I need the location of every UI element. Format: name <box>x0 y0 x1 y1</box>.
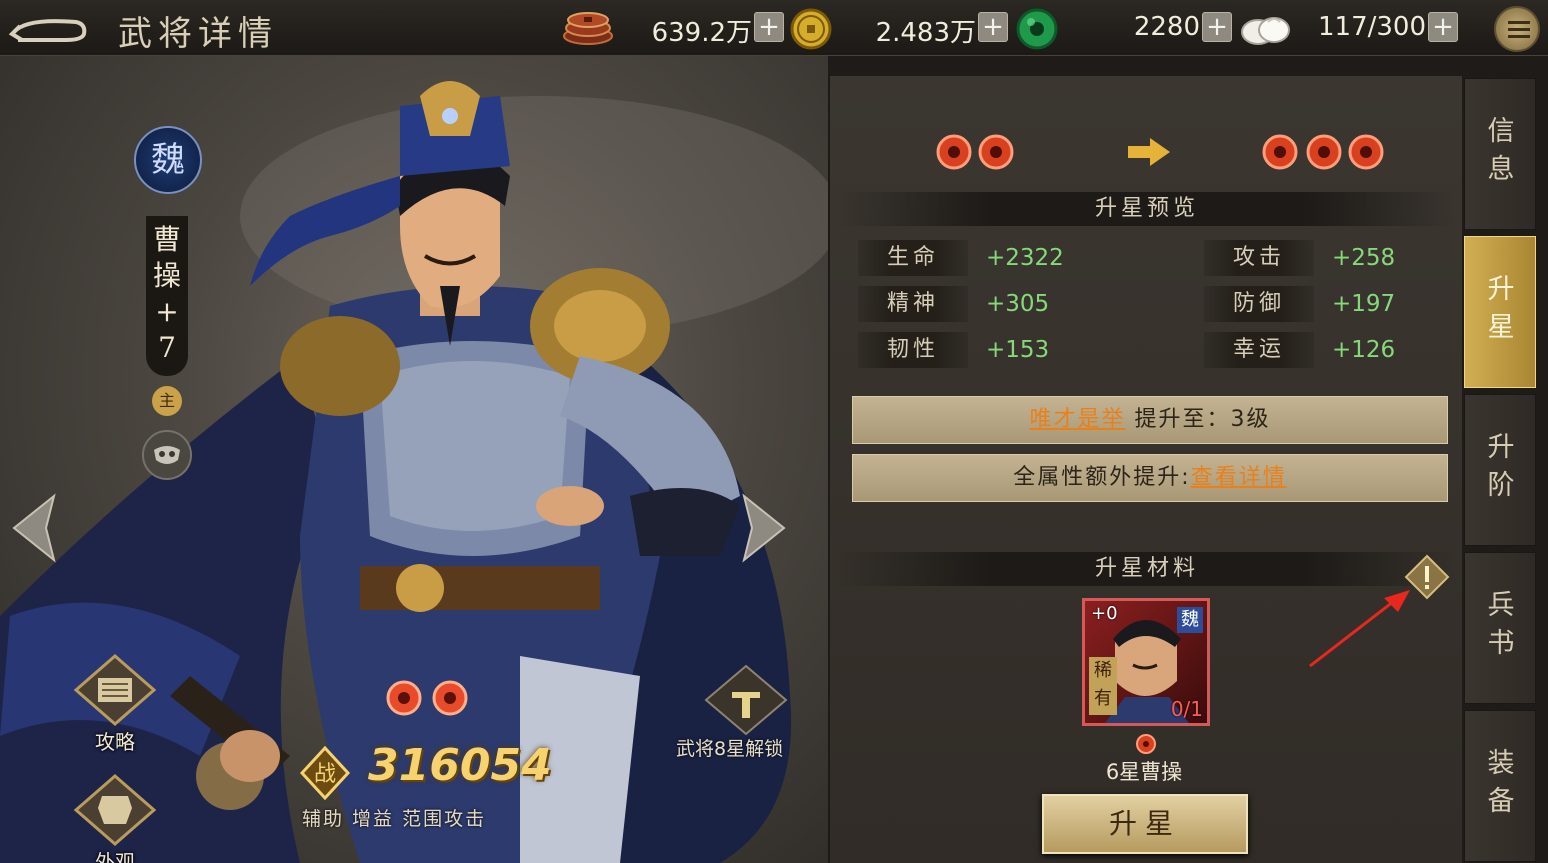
tab-equipment[interactable]: 装 备 <box>1464 710 1536 862</box>
hero-name-vertical: 曹 操 + 7 <box>146 216 188 376</box>
battle-icon: 战 <box>299 746 351 800</box>
stat-label-defense: 防御 <box>1204 286 1314 322</box>
next-hero-arrow-icon[interactable] <box>740 492 790 564</box>
tab-equipment-char: 备 <box>1487 786 1515 817</box>
gold-value: 2.483万 <box>875 18 976 48</box>
card-rarity: 稀有 <box>1089 657 1117 715</box>
jade-value: 2280 <box>1133 12 1200 42</box>
add-stamina-button[interactable]: + <box>1428 12 1458 42</box>
stat-label-spirit: 精神 <box>858 286 968 322</box>
stat-label-hp: 生命 <box>858 240 968 276</box>
red-annotation-arrow-icon <box>1309 590 1410 668</box>
from-stars <box>936 134 1014 170</box>
scroll-icon <box>73 654 157 726</box>
power-value: 316054 <box>368 740 552 791</box>
material-hero-card[interactable]: +0 魏 稀有 0/1 <box>1082 598 1210 726</box>
tab-equipment-char: 装 <box>1487 748 1515 779</box>
tab-info[interactable]: 信 息 <box>1464 78 1536 230</box>
star8-unlock[interactable]: 武将8星解锁 <box>676 662 826 762</box>
hero-level-number: 7 <box>158 331 176 364</box>
bonus-text: 全属性额外提升: <box>1013 465 1191 490</box>
gold-coin-icon <box>790 8 834 50</box>
stat-value-spirit: +305 <box>986 291 1050 317</box>
tab-info-char: 信 <box>1487 116 1515 147</box>
card-faction: 魏 <box>1177 607 1203 633</box>
stat-label-attack: 攻击 <box>1204 240 1314 276</box>
sword-unlock-icon <box>704 664 788 736</box>
skill-link[interactable]: 唯才是举 <box>1029 407 1125 432</box>
menu-icon[interactable] <box>1494 6 1540 52</box>
tab-advance-char: 阶 <box>1487 470 1515 501</box>
add-gold-button[interactable]: + <box>978 12 1008 42</box>
skill-upgrade-bar: 唯才是举 提升至：3级 <box>852 396 1448 444</box>
top-bar: 武将详情 639.2万 + 2.483万 + 2280 + 117/300 + <box>0 0 1548 56</box>
preview-section-title: 升星预览 <box>838 192 1456 226</box>
tab-star-up[interactable]: 升 星 <box>1464 236 1536 388</box>
stat-value-attack: +258 <box>1332 245 1396 271</box>
appearance-button[interactable]: 外观 <box>70 772 160 863</box>
card-count: 0/1 <box>1170 697 1203 721</box>
material-star-icon <box>1136 734 1156 754</box>
main-role-badge: 主 <box>152 386 182 416</box>
svg-text:战: 战 <box>314 762 336 787</box>
copper-coins-icon <box>562 10 613 46</box>
stat-label-luck: 幸运 <box>1204 332 1314 368</box>
stat-label-toughness: 韧性 <box>858 332 968 368</box>
star-upgrade-button[interactable]: 升星 <box>1042 794 1248 854</box>
stamina-value: 117/300 <box>1317 12 1426 42</box>
faction-badge: 魏 <box>134 126 202 194</box>
mask-icon[interactable] <box>142 430 192 480</box>
tab-war-book-char: 兵 <box>1487 590 1515 621</box>
stat-value-hp: +2322 <box>986 245 1064 271</box>
stat-value-luck: +126 <box>1332 337 1396 363</box>
tab-advance[interactable]: 升 阶 <box>1464 394 1536 546</box>
add-jade-button[interactable]: + <box>1202 12 1232 42</box>
unlock-label: 武将8星解锁 <box>676 738 784 760</box>
hero-level-plus: + <box>155 295 179 328</box>
copper-value: 639.2万 <box>651 18 752 48</box>
material-name: 6星曹操 <box>1105 760 1183 784</box>
tab-star-up-char: 升 <box>1487 274 1515 305</box>
tab-advance-char: 升 <box>1487 432 1515 463</box>
card-level: +0 <box>1091 603 1118 624</box>
tab-info-char: 息 <box>1487 154 1515 185</box>
hero-current-stars <box>384 678 484 718</box>
hero-role-tags: 辅助 增益 范围攻击 <box>302 808 487 830</box>
tab-war-book[interactable]: 兵 书 <box>1464 552 1536 704</box>
skill-upgrade-text: 提升至：3级 <box>1134 407 1271 432</box>
star-preview-row <box>830 116 1464 190</box>
back-arrow-icon[interactable] <box>6 8 88 48</box>
appearance-label: 外观 <box>95 850 135 863</box>
hero-name-char: 曹 <box>152 223 181 256</box>
jade-icon <box>1016 8 1060 50</box>
strategy-button[interactable]: 攻略 <box>70 652 160 754</box>
armor-icon <box>73 774 157 846</box>
tab-war-book-char: 书 <box>1487 628 1515 659</box>
prev-hero-arrow-icon[interactable] <box>8 492 58 564</box>
to-stars <box>1262 134 1384 170</box>
stat-value-toughness: +153 <box>986 337 1050 363</box>
star-upgrade-panel: 升星预览 生命 +2322 攻击 +258 精神 +305 防御 +197 韧性… <box>828 76 1462 863</box>
strategy-label: 攻略 <box>95 730 135 754</box>
hero-name-char: 操 <box>152 259 181 292</box>
add-copper-button[interactable]: + <box>754 12 784 42</box>
view-details-link[interactable]: 查看详情 <box>1191 465 1287 490</box>
page-title: 武将详情 <box>118 14 278 54</box>
stat-value-defense: +197 <box>1332 291 1396 317</box>
bonus-bar: 全属性额外提升:查看详情 <box>852 454 1448 502</box>
upgrade-arrow-icon <box>1128 138 1170 166</box>
hero-display: 魏 曹 操 + 7 主 攻略 外观 战 316054 辅助 增益 范围攻击 武将… <box>0 56 828 863</box>
tab-star-up-char: 星 <box>1487 312 1515 343</box>
materials-section-title: 升星材料 <box>838 552 1456 586</box>
